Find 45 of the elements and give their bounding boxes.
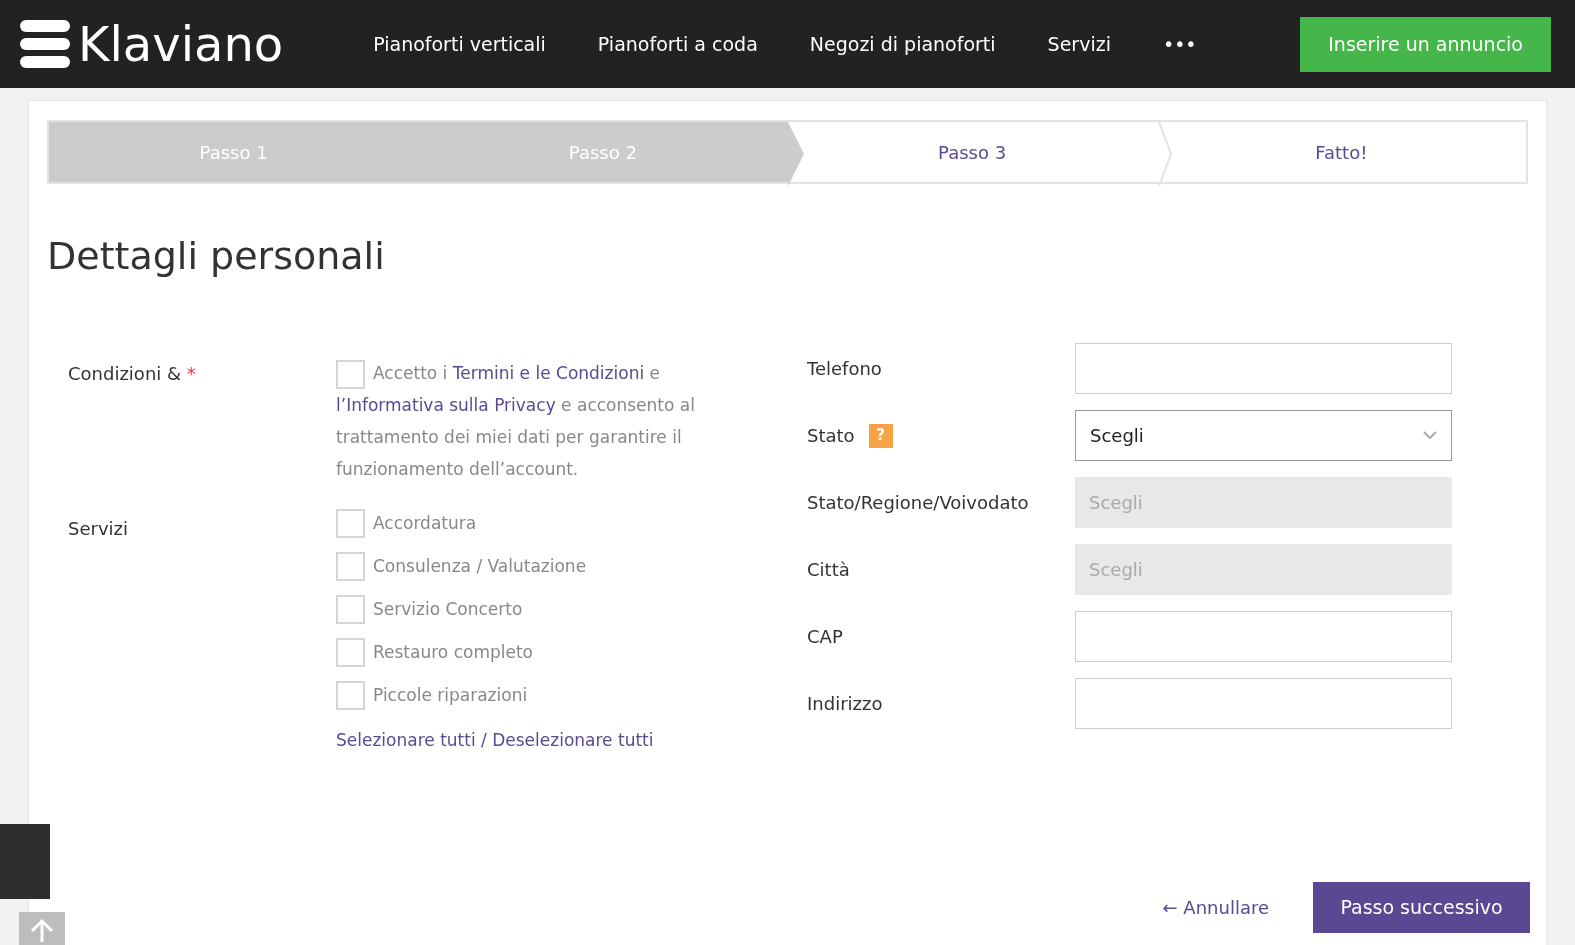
checkbox[interactable] (336, 681, 365, 710)
page-title: Dettagli personali (47, 233, 386, 280)
chevron-down-icon (1423, 431, 1437, 440)
field-label: Città (807, 558, 850, 582)
field-label: Condizioni & (68, 363, 182, 384)
dropdown[interactable]: Scegli (1075, 410, 1452, 461)
logo-text: Klaviano (78, 20, 284, 68)
terms-link[interactable]: l’Informativa sulla Privacy (336, 395, 556, 415)
field-label: Stato/Regione/Voivodato (807, 491, 1029, 515)
logo-icon (20, 20, 70, 68)
field-label: Stato (807, 424, 855, 448)
cancel-link[interactable]: ← Annullare (1162, 894, 1269, 921)
option-label: Accordatura (373, 511, 477, 535)
nav-link[interactable]: Servizi (1047, 29, 1111, 59)
checkbox[interactable] (336, 638, 365, 667)
next-step-button[interactable]: Passo successivo (1313, 882, 1530, 933)
checkbox[interactable] (336, 509, 365, 538)
required-mark: * (186, 363, 196, 384)
side-tab[interactable] (0, 824, 50, 899)
option-label: Consulenza / Valutazione (373, 554, 587, 578)
terms-link[interactable]: Termini e le Condizioni (452, 363, 645, 383)
nav-link[interactable]: Pianoforti a coda (597, 29, 758, 59)
checkbox[interactable] (336, 552, 365, 581)
step-chevron-icon (787, 122, 804, 186)
input-field[interactable] (1075, 678, 1452, 729)
separator-text: / (481, 730, 487, 750)
up-arrow-icon (29, 918, 55, 942)
checkbox[interactable] (336, 359, 365, 389)
scroll-top-button[interactable] (19, 912, 65, 945)
nav-link[interactable]: Negozi di pianoforti (809, 29, 996, 59)
select-all-link[interactable]: Selezionare tutti (336, 730, 476, 750)
field-label: Servizi (68, 518, 128, 539)
input-field[interactable] (1075, 343, 1452, 394)
nav-link[interactable]: ••• (1162, 29, 1197, 59)
terms-text: Accetto i Termini e le Condizioni e l’Informativa sulla Privacy e acconsento al trattamento dei miei dati per garantire il funzionamento dell’account. (336, 357, 747, 485)
field-label: Indirizzo (807, 692, 883, 716)
option-label: Restauro completo (373, 640, 533, 664)
field-label: Telefono (807, 357, 882, 381)
option-label: Servizio Concerto (373, 597, 523, 621)
option-label: Piccole riparazioni (373, 683, 528, 707)
nav-link[interactable]: Pianoforti verticali (373, 29, 546, 59)
checkbox[interactable] (336, 595, 365, 624)
deselect-all-link[interactable]: Deselezionare tutti (492, 730, 654, 750)
input-field[interactable] (1075, 611, 1452, 662)
field-label: CAP (807, 625, 843, 649)
